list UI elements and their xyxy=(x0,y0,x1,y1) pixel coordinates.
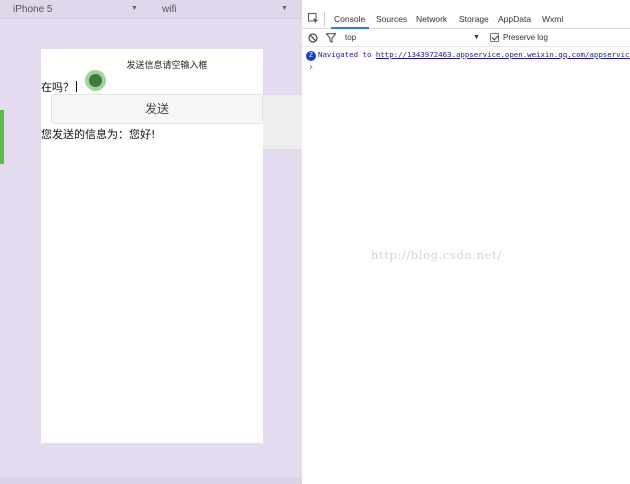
tab-separator xyxy=(324,12,325,26)
side-panel xyxy=(263,95,302,149)
message-input-value: 在吗？ xyxy=(41,81,74,94)
tab-network[interactable]: Network xyxy=(416,14,447,24)
message-count-badge: 2 xyxy=(306,51,316,61)
preserve-log-label: Preserve log xyxy=(503,33,548,42)
result-text: 您发送的信息为：您好! xyxy=(41,128,156,141)
chevron-down-icon[interactable]: ▼ xyxy=(281,5,288,12)
watermark: http://blog.csdn.net/ xyxy=(371,248,502,262)
tab-wxml[interactable]: Wxml xyxy=(542,14,563,24)
preserve-log-checkbox[interactable] xyxy=(490,33,499,42)
chevron-down-icon[interactable]: ▼ xyxy=(473,34,480,41)
phone-screen: 发送信息请空输入框 在吗？ 发送 您发送的信息为：您好! xyxy=(41,49,263,443)
tab-appdata[interactable]: AppData xyxy=(498,14,531,24)
tab-storage[interactable]: Storage xyxy=(459,14,489,24)
tab-sources[interactable]: Sources xyxy=(376,14,407,24)
log-url-link[interactable]: http://1343972463.appservice.open.weixin… xyxy=(376,50,630,59)
network-select[interactable]: wifi xyxy=(162,4,176,15)
devtools-panel: Console Sources Network Storage AppData … xyxy=(302,0,630,484)
console-log-entry: 2 Navigated to http://1343972463.appservi… xyxy=(306,50,630,61)
log-text: Navigated to xyxy=(318,50,376,59)
simulator-toolbar: iPhone 5 ▼ wifi ▼ xyxy=(0,0,302,19)
clear-console-icon[interactable] xyxy=(308,33,318,43)
app-title: 发送信息请空输入框 xyxy=(126,61,208,71)
devtools-tabbar: Console Sources Network Storage AppData … xyxy=(302,0,630,29)
screen: iPhone 5 ▼ wifi ▼ 发送信息请空输入框 在吗？ 发送 您发送的信… xyxy=(0,0,630,484)
tab-console[interactable]: Console xyxy=(334,14,365,24)
filter-icon[interactable] xyxy=(326,33,336,43)
inspect-element-icon[interactable] xyxy=(308,13,319,24)
message-input[interactable]: 在吗？ xyxy=(41,79,77,95)
console-filter-bar: top ▼ Preserve log xyxy=(302,29,630,47)
text-cursor xyxy=(76,81,77,92)
send-button[interactable]: 发送 xyxy=(51,94,263,124)
simulator-bottom-bar xyxy=(0,478,302,484)
context-select[interactable]: top xyxy=(345,33,356,42)
chevron-down-icon[interactable]: ▼ xyxy=(131,5,138,12)
device-select[interactable]: iPhone 5 xyxy=(13,4,52,15)
side-strip xyxy=(0,110,4,164)
simulator-panel: iPhone 5 ▼ wifi ▼ 发送信息请空输入框 在吗？ 发送 您发送的信… xyxy=(0,0,302,484)
touch-indicator-center xyxy=(89,74,102,87)
touch-indicator-icon xyxy=(85,70,106,91)
console-prompt-icon[interactable]: › xyxy=(308,62,314,73)
